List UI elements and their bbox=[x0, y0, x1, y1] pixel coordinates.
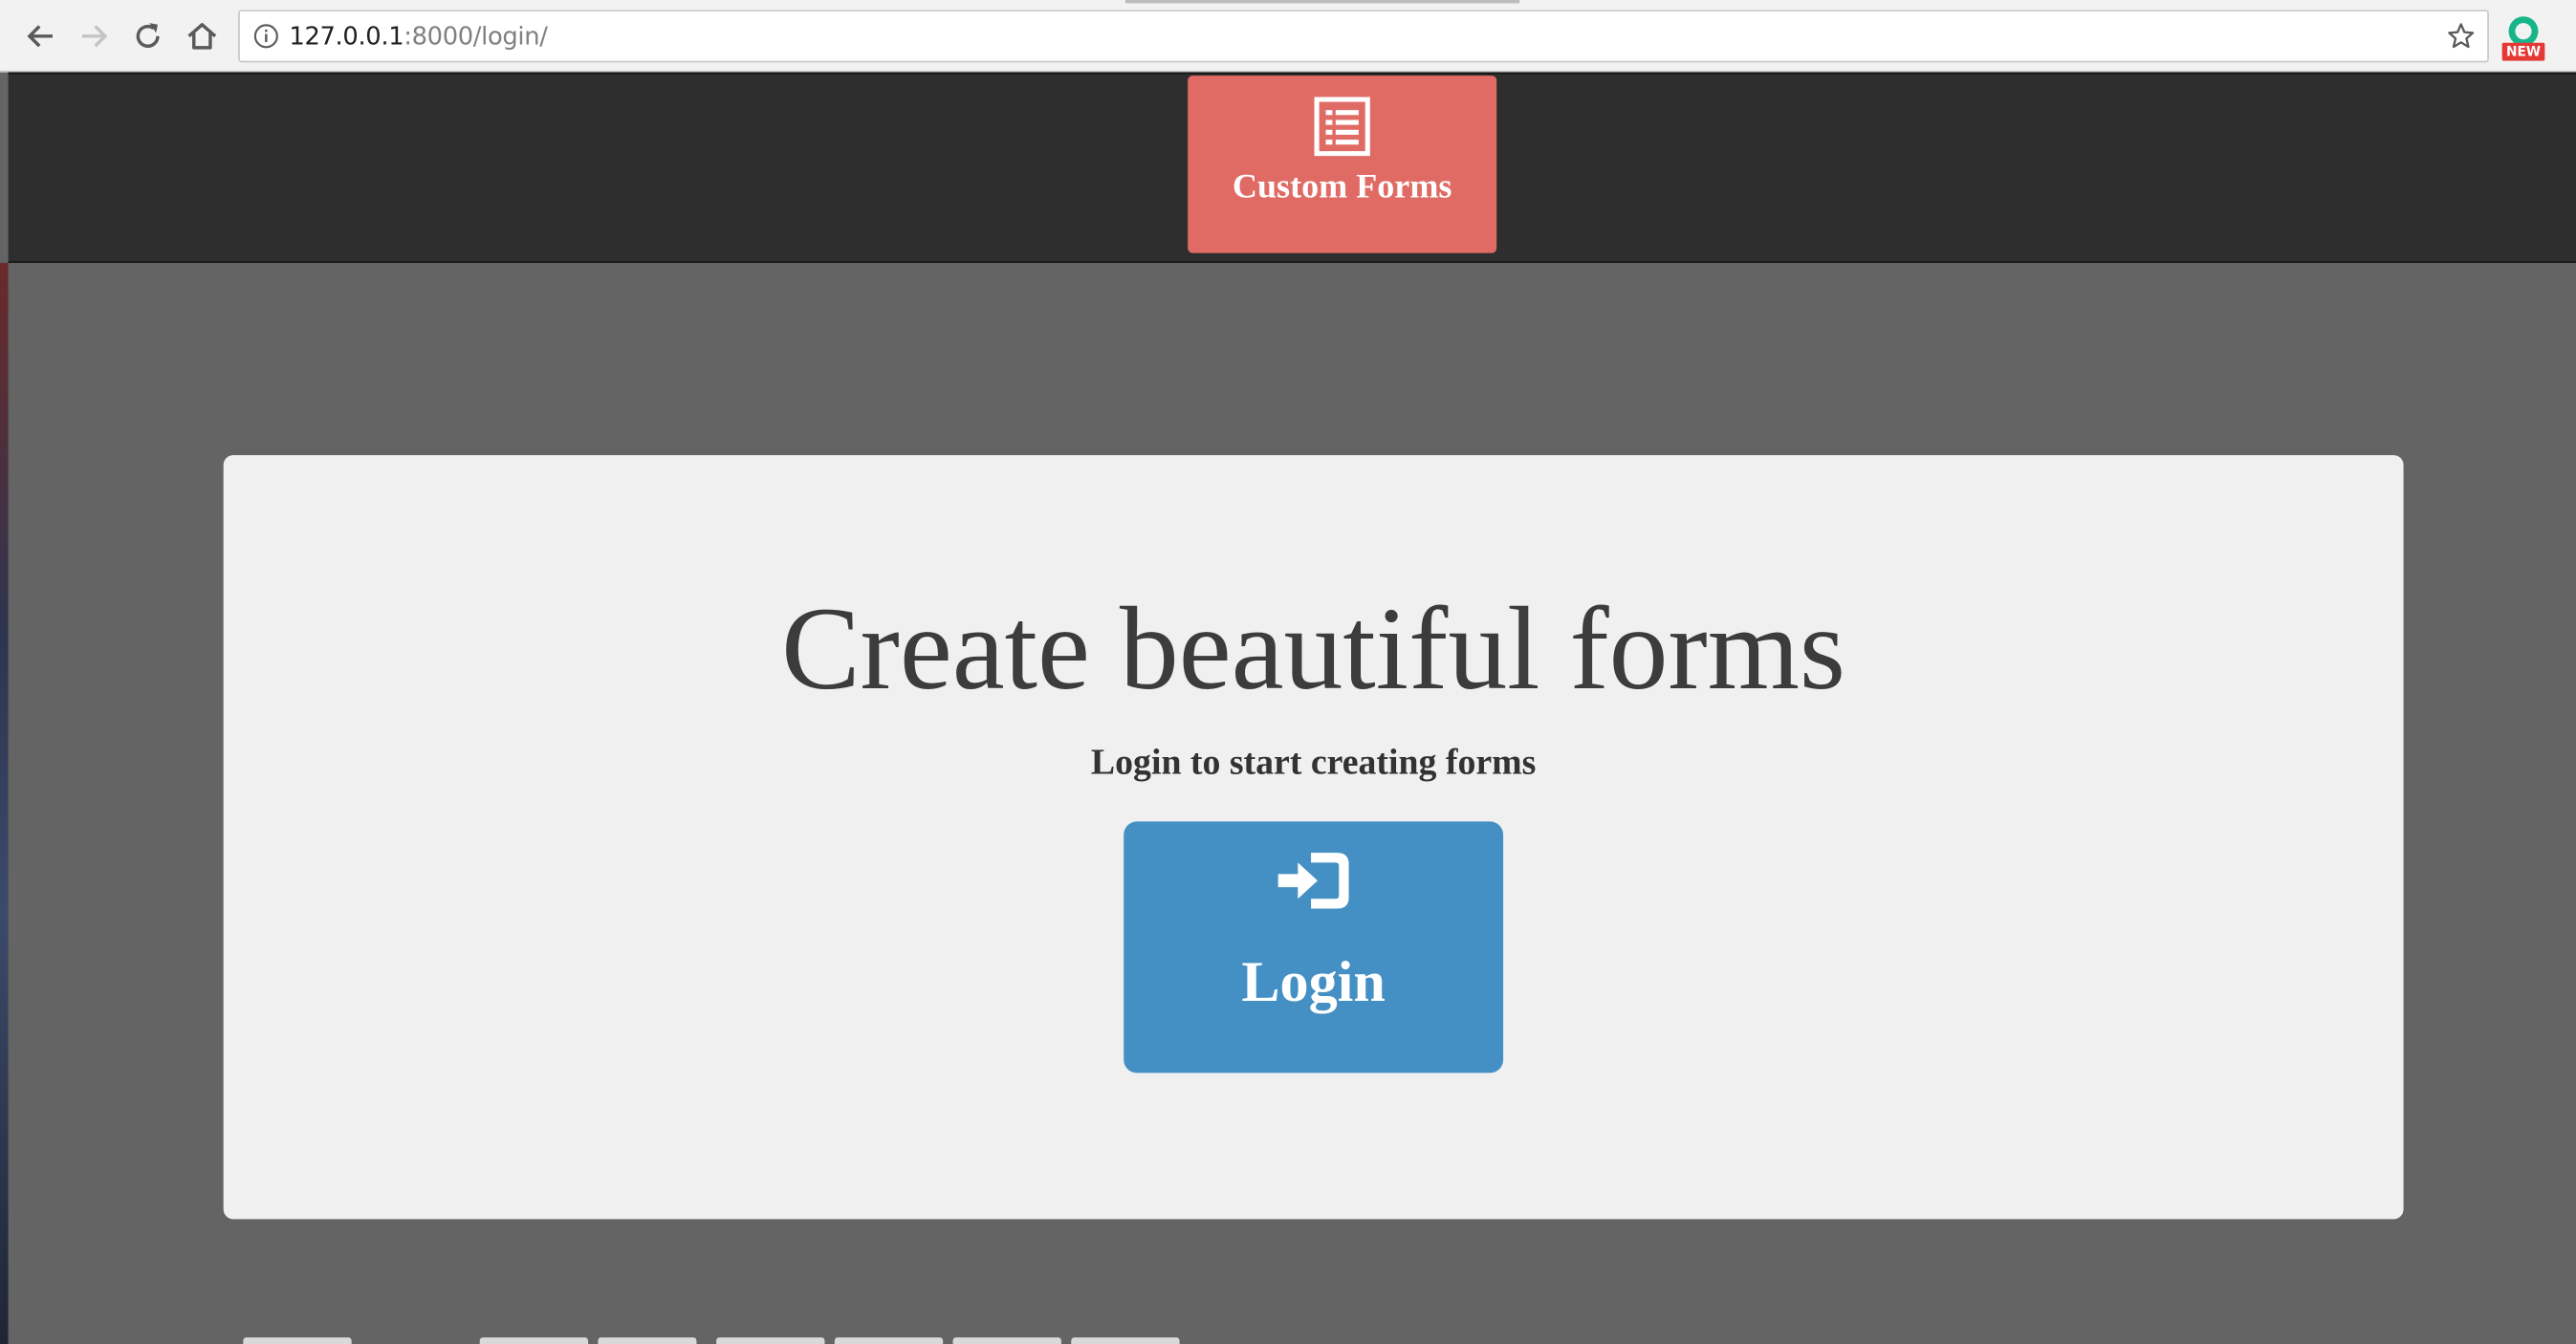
reload-icon bbox=[136, 23, 160, 48]
arrow-left-icon bbox=[27, 25, 53, 48]
info-icon[interactable] bbox=[251, 21, 281, 51]
tab-edge bbox=[1124, 0, 1520, 4]
hero-title: Create beautiful forms bbox=[781, 583, 1846, 715]
taskbar-item[interactable] bbox=[1071, 1337, 1180, 1344]
taskbar-item[interactable] bbox=[716, 1337, 825, 1344]
sign-in-icon bbox=[1277, 853, 1348, 909]
extension-badge: NEW bbox=[2501, 42, 2545, 61]
grammarly-icon bbox=[2508, 16, 2539, 47]
desktop-background-strip bbox=[0, 263, 9, 1344]
star-icon bbox=[2448, 23, 2475, 49]
taskbar-item[interactable] bbox=[834, 1337, 944, 1344]
brand-button[interactable]: Custom Forms bbox=[1188, 76, 1497, 253]
url-path: :8000/login/ bbox=[404, 21, 548, 52]
browser-toolbar: 127.0.0.1:8000/login/ NEW bbox=[0, 0, 2576, 73]
list-form-icon bbox=[1314, 97, 1370, 157]
home-button[interactable] bbox=[179, 13, 225, 59]
url-text[interactable]: 127.0.0.1:8000/login/ bbox=[289, 21, 548, 52]
reload-button[interactable] bbox=[125, 13, 171, 59]
login-button[interactable]: Login bbox=[1124, 821, 1504, 1073]
extension-button[interactable]: NEW bbox=[2500, 14, 2546, 64]
arrow-right-icon bbox=[81, 25, 108, 48]
taskbar-item[interactable] bbox=[952, 1337, 1061, 1344]
back-button[interactable] bbox=[18, 13, 64, 59]
bookmark-button[interactable] bbox=[2445, 20, 2478, 53]
taskbar-item[interactable] bbox=[479, 1337, 589, 1344]
hero-card: Create beautiful forms Login to start cr… bbox=[223, 455, 2404, 1220]
login-label: Login bbox=[1241, 949, 1386, 1014]
home-icon bbox=[187, 23, 217, 50]
hero-subtitle: Login to start creating forms bbox=[1090, 741, 1537, 783]
url-host: 127.0.0.1 bbox=[289, 21, 404, 52]
address-bar[interactable]: 127.0.0.1:8000/login/ bbox=[238, 10, 2489, 63]
brand-label: Custom Forms bbox=[1232, 165, 1452, 206]
forward-button[interactable] bbox=[71, 13, 117, 59]
taskbar-item[interactable] bbox=[243, 1337, 352, 1344]
taskbar-item[interactable] bbox=[598, 1337, 697, 1344]
browser-window: 127.0.0.1:8000/login/ NEW Custom Forms C… bbox=[0, 0, 2576, 1344]
